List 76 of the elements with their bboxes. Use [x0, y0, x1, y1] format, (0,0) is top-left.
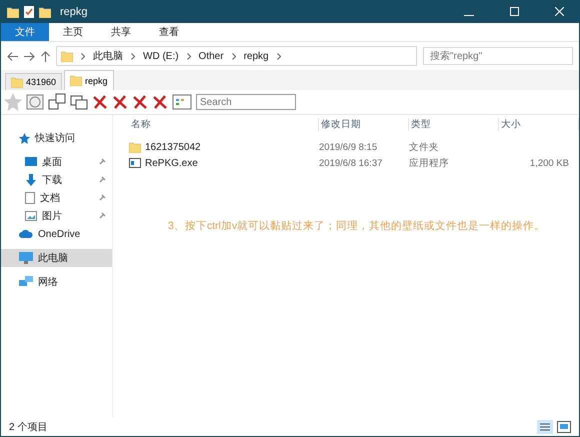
folder-tab[interactable]: repkg [64, 70, 114, 90]
sidebar-item[interactable]: 网络 [1, 273, 112, 291]
delete-icon[interactable] [152, 94, 168, 110]
chevron-icon [276, 52, 281, 60]
folder-icon [7, 6, 19, 18]
windows-icon[interactable] [70, 93, 88, 111]
delete-icon[interactable] [132, 94, 148, 110]
column-header[interactable]: 大小 [499, 118, 579, 130]
clock-icon[interactable] [26, 94, 44, 110]
table-cell-text: 2019/6/9 8:15 [319, 142, 378, 152]
up-icon[interactable] [41, 50, 50, 62]
file-name[interactable]: RePKG.exe [129, 158, 319, 168]
close-icon[interactable] [554, 7, 564, 16]
details-view-icon[interactable] [537, 420, 553, 434]
column-header[interactable]: 修改日期 [319, 118, 409, 130]
sidebar-item[interactable]: 文档 [1, 189, 112, 207]
ribbon-tab[interactable]: 查看 [145, 23, 193, 41]
app-icon [129, 158, 141, 168]
table-cell-text: 1,200 KB [528, 158, 569, 168]
annotation-text: 3、按下ctrl加v就可以黏贴过来了；同理，其他的壁纸或文件也是一样的操作。 [168, 219, 546, 233]
folder-icon [70, 75, 82, 86]
star-icon[interactable] [4, 93, 22, 111]
sidebar-item[interactable]: 图片 [1, 207, 112, 225]
thumbnail-view-icon[interactable] [557, 420, 571, 432]
folder-icon [11, 76, 23, 88]
sidebar-item[interactable]: OneDrive [1, 225, 112, 243]
folder-icon [129, 142, 141, 152]
maximize-icon[interactable] [510, 7, 518, 16]
delete-icon[interactable] [92, 94, 108, 110]
column-header[interactable]: 名称 [129, 118, 319, 130]
table-cell-text: 2019/6/8 16:37 [319, 158, 384, 168]
ribbon-tab[interactable]: 文件 [1, 23, 49, 41]
column-header[interactable]: 类型 [409, 118, 499, 130]
ribbon-tab[interactable]: 主页 [49, 23, 97, 41]
table-cell-text: 应用程序 [409, 156, 450, 170]
file-name[interactable]: 1621375042 [129, 142, 319, 152]
folder-icon [39, 6, 51, 18]
monitor-icon [19, 252, 33, 264]
network-icon [19, 276, 33, 288]
cloud-icon [19, 229, 33, 239]
chevron-icon [232, 52, 236, 60]
document-icon [25, 192, 35, 204]
forward-icon[interactable] [24, 52, 35, 60]
breadcrumb-item[interactable]: WD (E:) [143, 50, 179, 62]
address-search-field[interactable]: 搜索"repkg" [423, 47, 573, 65]
ribbon-tab[interactable]: 共享 [97, 23, 145, 41]
star-icon [19, 132, 30, 144]
down-arrow-icon [25, 174, 37, 186]
image-icon [25, 211, 37, 221]
window-title: repkg [60, 6, 89, 18]
view-icon[interactable] [172, 94, 192, 110]
folder-icon [61, 50, 73, 62]
back-icon[interactable] [7, 52, 18, 60]
chevron-icon [186, 52, 191, 60]
pin-icon[interactable] [98, 212, 106, 220]
pin-icon[interactable] [98, 194, 106, 202]
properties-icon[interactable] [24, 6, 34, 18]
chevron-icon [81, 52, 85, 60]
delete-icon[interactable] [112, 94, 128, 110]
sidebar-item[interactable]: 快速访问 [1, 129, 112, 147]
desktop-icon [25, 157, 37, 167]
folder-tab[interactable]: 431960 [5, 73, 62, 90]
pin-icon[interactable] [98, 176, 106, 184]
toolbar-search-field[interactable]: Search [196, 94, 296, 110]
selected-sidebar-item[interactable]: 此电脑 [1, 249, 112, 267]
breadcrumb-item[interactable]: Other [198, 50, 224, 62]
breadcrumb-item[interactable]: 此电脑 [93, 49, 123, 63]
table-cell-text: 文件夹 [409, 140, 440, 154]
status-text: 2 个项目 [9, 420, 48, 434]
chevron-icon [131, 52, 135, 60]
breadcrumb-item[interactable]: repkg [244, 50, 269, 62]
copy-icon[interactable] [48, 93, 66, 111]
sidebar-item[interactable]: 桌面 [1, 153, 112, 171]
sidebar-item[interactable]: 下载 [1, 171, 112, 189]
pin-icon[interactable] [98, 158, 106, 166]
address-bar[interactable]: 此电脑 WD (E:) Other repkg [56, 46, 417, 66]
